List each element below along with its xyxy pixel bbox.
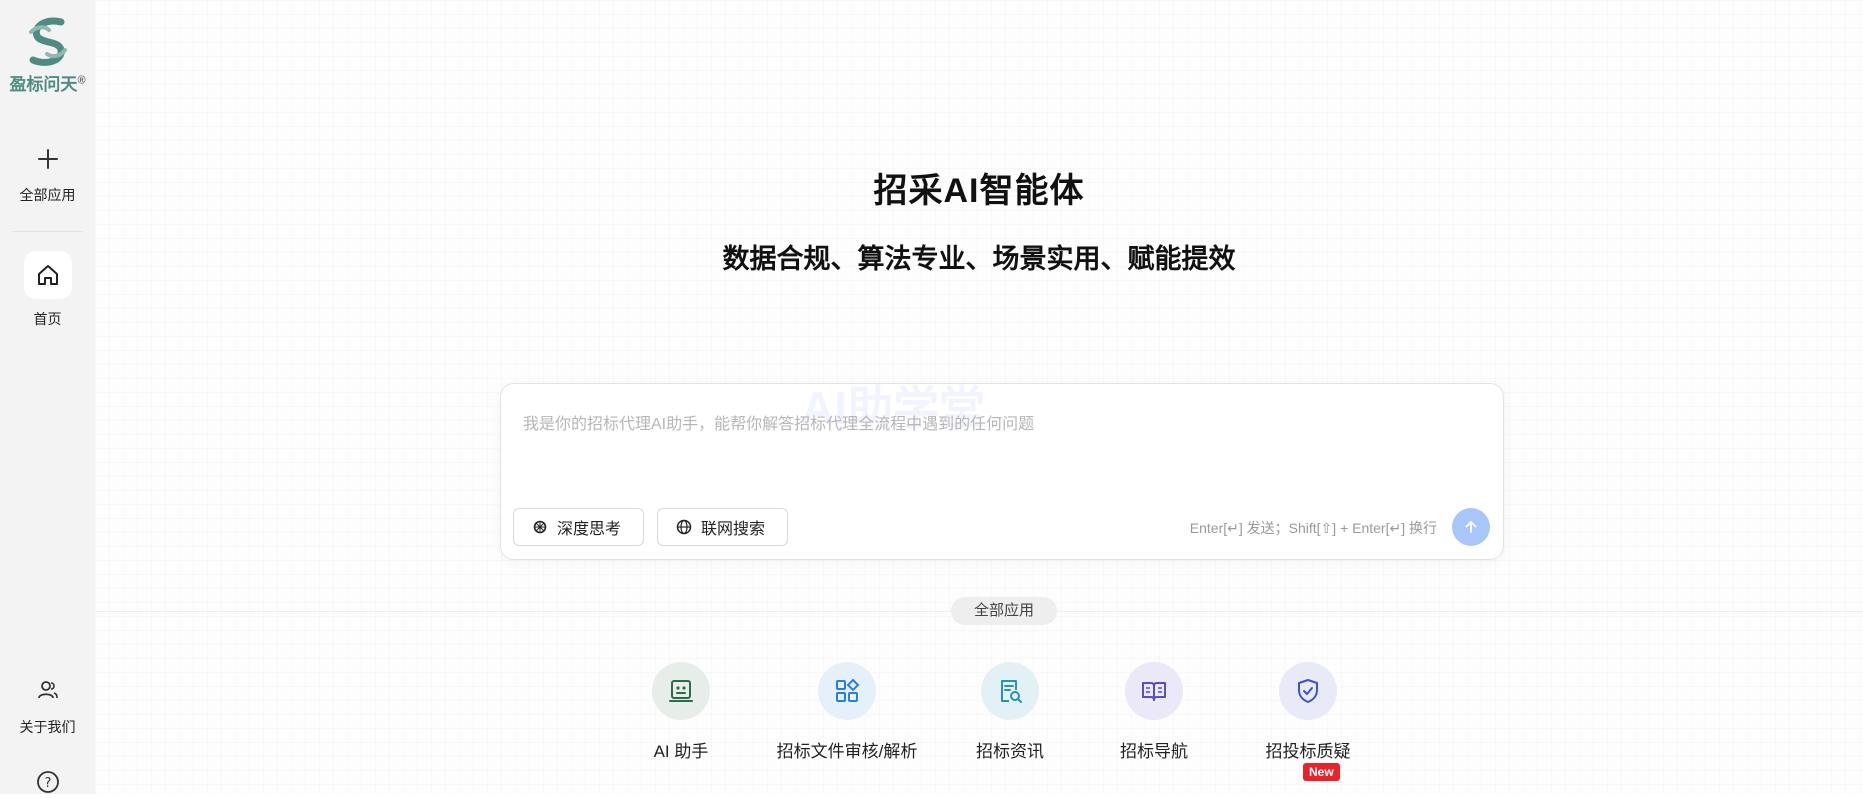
app-ai-assistant[interactable]: AI 助手 <box>596 662 766 762</box>
app-icon-circle <box>1279 662 1337 720</box>
section-label: 全部应用 <box>951 597 1057 625</box>
apps-grid-icon <box>836 678 860 702</box>
help-icon: ? <box>36 771 59 793</box>
app-label: AI 助手 <box>653 742 709 761</box>
web-search-label: 联网搜索 <box>701 521 766 538</box>
app-tender-navigation[interactable]: 招标导航 <box>1069 662 1239 762</box>
sidebar-item-all-apps[interactable]: 全部应用 <box>0 148 95 205</box>
page-subtitle: 数据合规、算法专业、场景实用、赋能提效 <box>722 244 1236 274</box>
app-icon-circle <box>981 662 1039 720</box>
app-label: 招投标质疑 <box>1265 742 1351 761</box>
users-icon <box>37 681 58 699</box>
arrow-up-icon <box>1465 521 1477 533</box>
open-book-icon <box>1142 682 1166 701</box>
new-badge: New <box>1303 763 1340 781</box>
home-icon <box>37 265 58 285</box>
app-icon-circle <box>818 662 876 720</box>
globe-icon <box>676 519 692 535</box>
sidebar-item-label: 首页 <box>33 311 62 327</box>
app-icon-circle <box>1125 662 1183 720</box>
page-title: 招采AI智能体 <box>873 172 1085 210</box>
sidebar-item-about[interactable]: 关于我们 <box>0 678 95 737</box>
keyboard-hint: Enter[↵] 发送；Shift[⇧] + Enter[↵] 换行 <box>1189 520 1437 536</box>
app-icon-circle <box>652 662 710 720</box>
chat-input-card: AI助学堂 深度思考 联网搜索 Enter[↵] 发送；Shift[⇧] + E… <box>500 382 1504 560</box>
app-tender-review[interactable]: 招标文件审核/解析 <box>762 662 932 762</box>
svg-text:?: ? <box>44 776 51 791</box>
app-bid-query[interactable]: 招投标质疑 <box>1223 662 1393 762</box>
shield-certificate-icon <box>1298 679 1318 703</box>
web-search-button[interactable]: 联网搜索 <box>657 508 788 546</box>
sparkle-icon <box>533 520 547 534</box>
sidebar-item-home[interactable]: 首页 <box>0 251 95 329</box>
main-area: 招采AI智能体 数据合规、算法专业、场景实用、赋能提效 AI助学堂 深度思考 联… <box>95 0 1863 794</box>
sidebar-divider <box>12 231 83 232</box>
home-tile <box>23 251 72 299</box>
sidebar-item-label: 关于我们 <box>19 719 76 735</box>
sidebar: 盈标问天® 全部应用 首页 关于我们 ? <box>0 0 95 794</box>
plus-icon <box>37 149 58 169</box>
brand-name: 盈标问天® <box>9 74 86 94</box>
deep-think-label: 深度思考 <box>557 521 622 538</box>
help-button[interactable]: ? <box>0 770 95 799</box>
sidebar-item-label: 全部应用 <box>19 187 76 203</box>
logo[interactable]: 盈标问天® <box>0 16 95 95</box>
robot-face-icon <box>669 680 693 702</box>
app-label: 招标导航 <box>1120 742 1188 761</box>
app-label: 招标文件审核/解析 <box>776 742 918 761</box>
deep-think-button[interactable]: 深度思考 <box>513 508 644 546</box>
document-search-icon <box>1001 680 1022 703</box>
send-button[interactable] <box>1452 508 1490 546</box>
chat-input[interactable] <box>521 404 1465 446</box>
logo-icon <box>28 17 67 66</box>
